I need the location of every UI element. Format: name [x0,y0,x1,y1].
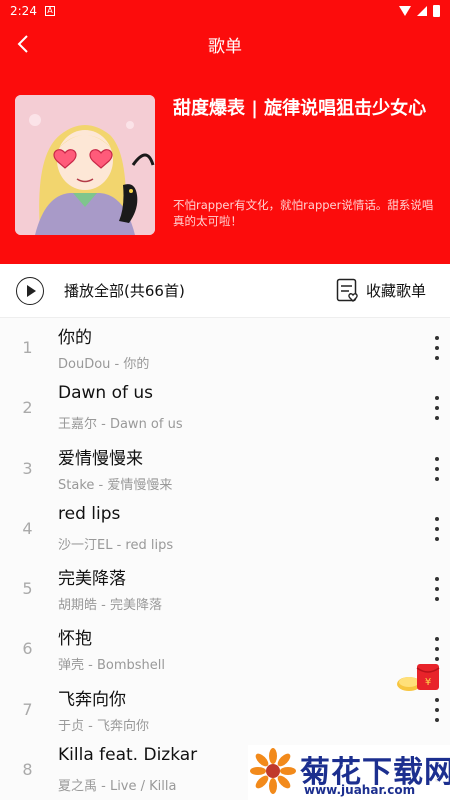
red-packet-float-icon[interactable]: ¥ [395,660,445,694]
red-envelope-icon: ¥ [397,664,440,691]
battery-icon [433,5,440,17]
song-row[interactable]: 5 完美降落 胡期皓 - 完美降落 [0,559,450,619]
cover-illustration [15,95,155,235]
song-artist-album: 沙一汀EL - red lips [58,537,174,553]
song-title: Killa feat. Dizkar [58,745,198,766]
song-artist-album: Stake - 爱情慢慢来 [58,477,173,493]
status-time: 2:24 [10,4,37,18]
song-row[interactable]: 3 爱情慢慢来 Stake - 爱情慢慢来 [0,439,450,499]
song-number: 1 [22,338,33,357]
song-row[interactable]: 6 怀抱 弹壳 - Bombshell [0,619,450,679]
song-title: 完美降落 [58,569,126,590]
song-title: red lips [58,503,121,524]
song-title: 怀抱 [58,629,92,650]
play-icon [27,284,36,297]
song-title: Dawn of us [58,383,154,404]
playlist-description[interactable]: 不怕rapper有文化，就怕rapper说情话。甜系说唱真的太可啦！ [173,197,438,229]
song-title: 飞奔向你 [58,689,126,710]
play-all-label[interactable]: 播放全部(共66首) [64,280,185,301]
wifi-icon [399,6,411,16]
more-options-icon[interactable] [432,516,442,541]
song-number: 6 [22,639,33,659]
playlist-header: 歌单 甜度爆表 | 旋律说唱狙击少女心 不怕rapper有文化，就怕rapper… [0,22,450,264]
song-number: 3 [22,458,33,478]
more-options-icon[interactable] [432,577,442,602]
top-bar: 歌单 [0,22,450,66]
signal-icon [417,6,427,16]
status-icons [399,5,440,17]
song-title: 爱情慢慢来 [58,448,143,469]
song-title: 你的 [58,328,92,348]
more-options-icon[interactable] [432,697,442,722]
page-title: 歌单 [208,37,242,57]
more-options-icon[interactable] [432,637,442,662]
song-row[interactable]: 7 飞奔向你 于贞 - 飞奔向你 [0,680,450,740]
site-watermark: 菊花下载网 www.juahar.com [248,745,450,800]
collect-playlist-button[interactable]: 收藏歌单 [336,278,426,304]
song-row[interactable]: 2 Dawn of us 王嘉尔 - Dawn of us [0,378,450,438]
song-number: 4 [22,518,33,538]
play-all-button[interactable] [16,276,44,305]
song-number: 8 [22,760,33,780]
song-number: 7 [22,699,33,719]
action-bar: 播放全部(共66首) 收藏歌单 [0,264,450,318]
song-list: 1 你的 DouDou - 你的 2 Dawn of us 王嘉尔 - Dawn… [0,318,450,800]
song-row[interactable]: 1 你的 DouDou - 你的 [0,318,450,378]
collect-label: 收藏歌单 [365,282,426,300]
song-row[interactable]: 4 red lips 沙一汀EL - red lips [0,499,450,559]
song-artist-album: 王嘉尔 - Dawn of us [58,417,183,433]
song-artist-album: 弹壳 - Bombshell [58,658,165,674]
flower-logo [250,748,296,794]
playlist-name: 甜度爆表 | 旋律说唱狙击少女心 [173,98,427,119]
song-number: 2 [22,398,33,418]
song-artist-album: 夏之禹 - Live / Killa [58,779,177,795]
song-artist-album: 于贞 - 飞奔向你 [58,718,149,734]
song-artist-album: 胡期皓 - 完美降落 [58,598,162,614]
song-number: 5 [22,579,33,599]
more-options-icon[interactable] [432,456,442,481]
song-artist-album: DouDou - 你的 [58,357,150,372]
notification-icon: A [44,6,55,16]
collect-list-icon [336,278,358,302]
playlist-cover[interactable] [15,95,155,235]
more-options-icon[interactable] [432,396,442,421]
watermark-url: www.juahar.com [304,783,416,797]
status-bar: 2:24 A [0,0,450,22]
more-options-icon[interactable] [432,336,442,360]
svg-text:¥: ¥ [425,677,431,688]
